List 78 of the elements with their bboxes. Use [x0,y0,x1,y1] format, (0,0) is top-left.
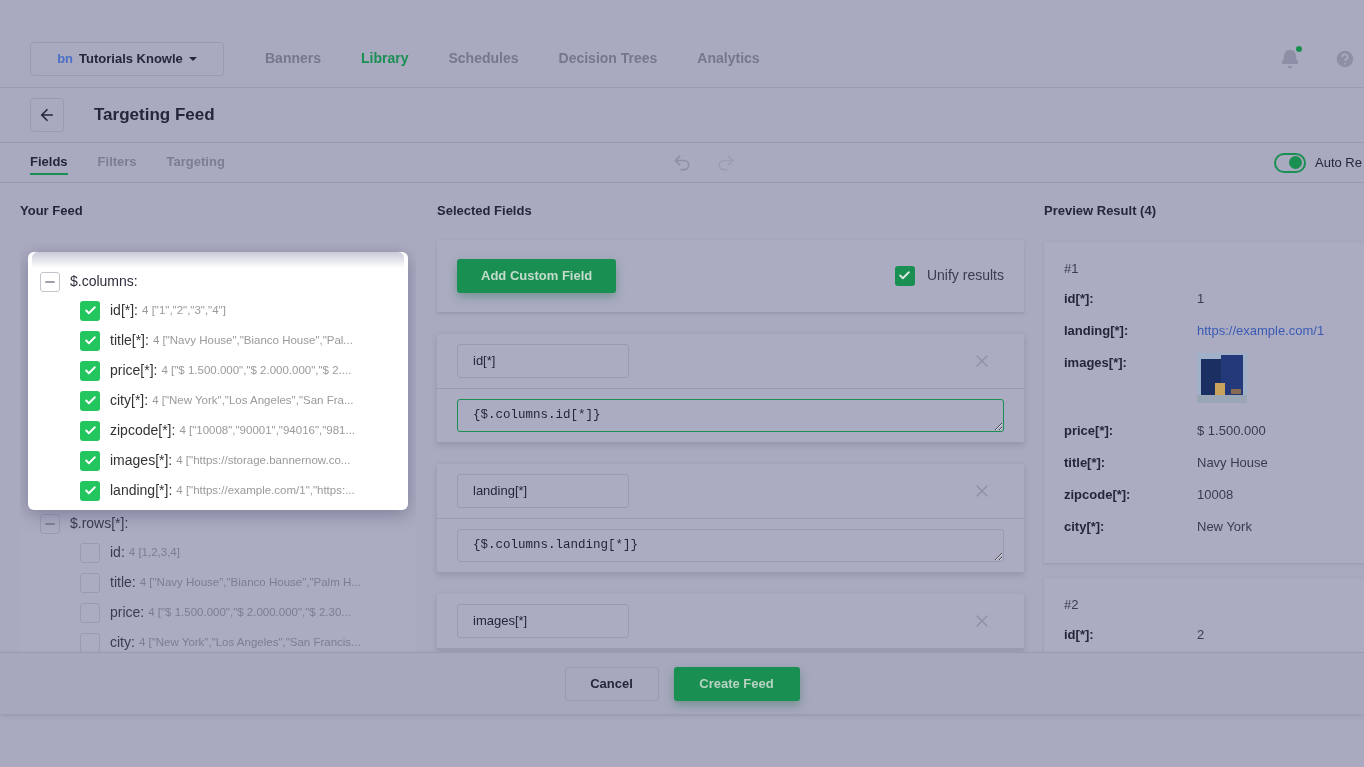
check-icon [83,484,97,497]
tab[interactable]: Fields [30,151,68,176]
field-key: zipcode[*]: [1064,484,1197,504]
toggle-label: Auto Re [1315,153,1363,172]
organization-dropdown[interactable]: bn Tutorials Knowle [30,41,224,76]
value-preview: 4 ["Navy House","Bianco House","Pal... [152,332,353,348]
field-value: New York [1197,517,1252,536]
page-title: Targeting Feed [94,104,215,127]
undo-icon[interactable] [672,152,692,173]
tree-item-label: city[*]: [110,391,149,410]
tree-item-label: price: [110,603,145,622]
link[interactable]: https://example.com/1 [1197,320,1325,340]
field-value: 10008 [1197,485,1234,504]
expression-field[interactable]: {$.columns.id[*]} [457,398,1004,432]
value-preview: 4 ["New York","Los Angeles","San Fra... [152,392,354,408]
tree-item-label: $.columns: [70,272,138,291]
column-title: Your Feed [20,202,84,220]
tree-item-label: zipcode[*]: [110,421,176,440]
field-key: price[*]: [1064,420,1197,440]
back-button[interactable] [30,98,64,132]
tree-item-label: images[*]: [110,451,173,470]
tree-item-label: title: [110,573,136,592]
checkbox[interactable] [894,265,915,286]
field-key: images[*]: [1064,352,1197,372]
result-number: #2 [1064,595,1080,614]
bell-icon[interactable] [1280,48,1300,69]
field-key: landing[*]: [1064,320,1197,340]
field-value: Navy House [1197,453,1268,472]
checkbox[interactable] [80,360,100,381]
tree-item-label: price[*]: [110,361,158,380]
check-icon [83,364,97,377]
checkbox[interactable] [80,330,100,351]
logo: bn [57,49,74,68]
result-number: #1 [1064,259,1080,278]
value-preview: 4 ["https://example.com/1","https:... [176,482,355,498]
cancel-button[interactable]: Cancel [564,666,659,701]
input-field[interactable]: landing[*] [457,473,629,508]
check-icon [898,269,912,282]
check-icon [83,334,97,347]
toggle-switch[interactable] [1274,152,1306,173]
checkbox[interactable] [80,300,100,321]
tree-item-label: city: [110,633,135,652]
column-title: Preview Result (4) [1044,202,1157,220]
value-preview: 4 ["10008","90001","94016","981... [179,422,356,438]
add-custom-field-button[interactable]: Add Custom Field [457,258,617,293]
value-preview: 4 ["1","2","3","4"] [142,302,226,318]
input-field[interactable]: id[*] [457,343,629,378]
field-value: $ 1.500.000 [1197,421,1266,440]
field-value: 2 [1197,625,1205,644]
checkbox[interactable] [80,420,100,441]
field-value: 1 [1197,289,1205,308]
tree-item-label: id: [110,543,125,562]
checkbox[interactable] [80,450,100,471]
column-title: Selected Fields [437,202,533,220]
create-feed-button[interactable]: Create Feed [673,666,800,701]
tree-item-label: $.rows[*]: [70,514,129,533]
tree-item-label: title[*]: [110,331,149,350]
field-key: title[*]: [1064,452,1197,472]
checkbox[interactable] [80,480,100,501]
checkbox[interactable] [40,271,60,292]
tree-item-label: landing[*]: [110,481,173,500]
input-field[interactable]: images[*] [457,603,629,638]
check-icon [83,424,97,437]
tree-item-label: id[*]: [110,301,138,320]
check-icon [83,304,97,317]
checkbox[interactable] [80,390,100,411]
check-icon [83,454,97,467]
field-key: city[*]: [1064,516,1197,536]
check-icon [83,394,97,407]
nav-link[interactable]: Library [361,48,409,69]
value-preview: 4 ["https://storage.bannernow.co... [176,452,351,468]
field-key: id[*]: [1064,288,1197,308]
caret-icon [188,56,197,61]
field-key: id[*]: [1064,624,1197,644]
checkbox[interactable] [40,513,60,534]
expression-field[interactable]: {$.columns.landing[*]} [457,528,1004,562]
checkbox-label: Unify results [926,266,1004,285]
value-preview: 4 ["$ 1.500.000","$ 2.000.000","$ 2.... [161,362,352,378]
